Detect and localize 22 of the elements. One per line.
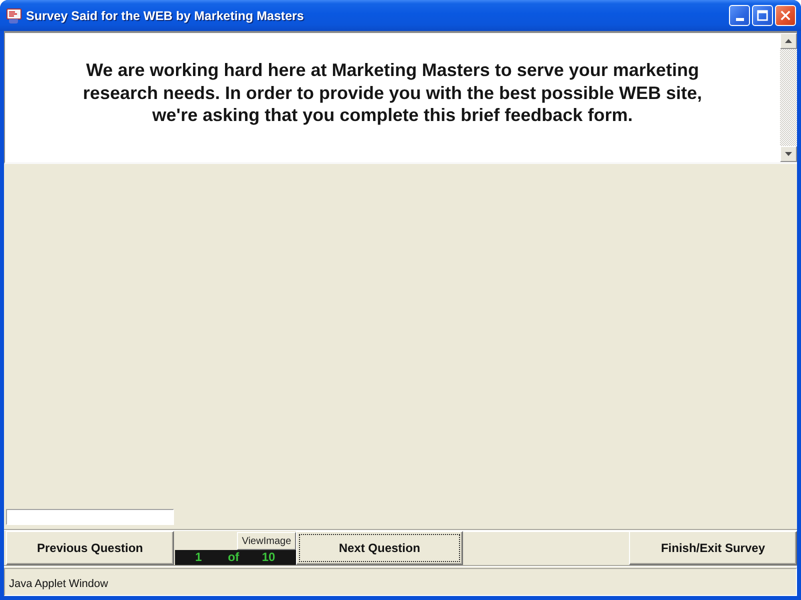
minimize-button[interactable] [729,5,750,26]
next-question-button[interactable]: Next Question [296,531,463,565]
close-button[interactable] [775,5,796,26]
status-text: Java Applet Window [9,578,108,591]
current-question-number: 1 [195,551,202,564]
down-triangle-icon [785,152,792,156]
document-icon [6,8,22,24]
scroll-up-button[interactable] [780,33,797,49]
maximize-button[interactable] [752,5,773,26]
view-image-button[interactable]: ViewImage [237,532,296,550]
close-icon [780,10,791,21]
minimize-icon [736,18,744,21]
maximize-icon [757,10,768,21]
previous-question-button[interactable]: Previous Question [6,531,174,565]
total-question-count: 10 [262,551,276,564]
scroll-down-button[interactable] [780,146,797,162]
window-title: Survey Said for the WEB by Marketing Masters [26,8,305,22]
finish-exit-button[interactable]: Finish/Exit Survey [629,531,797,565]
up-triangle-icon [785,39,792,43]
input-field[interactable] [6,509,174,525]
of-label: of [228,551,240,564]
intro-text: We are working hard here at Marketing Masters to serve your marketing research needs. In order to provide you with the best possible WEB site, we're asking that you complete this brief feedback form. [82,59,704,126]
